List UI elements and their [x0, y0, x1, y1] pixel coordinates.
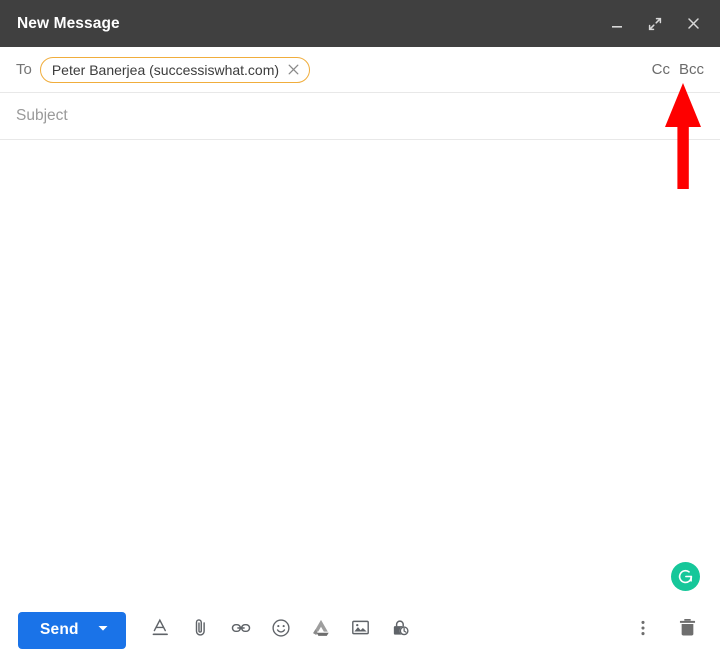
minimize-button[interactable]: [604, 11, 630, 37]
to-label: To: [16, 61, 32, 78]
compose-toolbar: Send: [0, 599, 720, 661]
image-icon: [350, 617, 371, 643]
lock-clock-icon: [390, 617, 412, 644]
minimize-icon: [610, 17, 624, 31]
attach-files-button[interactable]: [184, 613, 218, 647]
expand-icon: [647, 16, 663, 32]
compose-window: New Message To Peter Banerjea (successis…: [0, 0, 720, 661]
close-icon: [686, 16, 701, 31]
trash-icon: [676, 616, 699, 644]
insert-link-button[interactable]: [224, 613, 258, 647]
subject-field-row[interactable]: Subject: [0, 93, 720, 140]
message-body-input[interactable]: [0, 140, 720, 599]
insert-photo-button[interactable]: [344, 613, 378, 647]
emoji-icon: [270, 617, 292, 644]
format-text-icon: [150, 617, 171, 643]
confidential-mode-button[interactable]: [384, 613, 418, 647]
paperclip-icon: [190, 617, 211, 643]
to-field-row[interactable]: To Peter Banerjea (successiswhat.com) Cc…: [0, 47, 720, 93]
toolbar-right-group: [626, 613, 704, 647]
insert-emoji-button[interactable]: [264, 613, 298, 647]
google-drive-icon: [310, 617, 332, 644]
expand-button[interactable]: [642, 11, 668, 37]
recipient-chip[interactable]: Peter Banerjea (successiswhat.com): [39, 56, 311, 83]
remove-recipient-icon[interactable]: [286, 63, 300, 77]
insert-drive-file-button[interactable]: [304, 613, 338, 647]
recipient-chip-label: Peter Banerjea (successiswhat.com): [51, 61, 280, 78]
link-icon: [230, 617, 252, 644]
send-options-button[interactable]: [93, 621, 126, 639]
cc-bcc-group: Cc Bcc: [652, 61, 704, 78]
more-vert-icon: [634, 619, 652, 642]
subject-input[interactable]: Subject: [16, 107, 68, 125]
page-title: New Message: [17, 14, 120, 32]
close-button[interactable]: [680, 11, 706, 37]
discard-draft-button[interactable]: [670, 613, 704, 647]
send-button[interactable]: Send: [18, 611, 126, 649]
toolbar-tools: [144, 613, 418, 647]
formatting-options-button[interactable]: [144, 613, 178, 647]
chevron-down-icon: [97, 621, 109, 639]
more-options-button[interactable]: [626, 613, 660, 647]
compose-titlebar: New Message: [0, 0, 720, 47]
send-button-label: Send: [40, 621, 79, 638]
cc-button[interactable]: Cc: [652, 61, 670, 78]
window-controls: [604, 11, 706, 37]
bcc-button[interactable]: Bcc: [679, 61, 704, 78]
grammarly-icon[interactable]: [671, 562, 700, 591]
